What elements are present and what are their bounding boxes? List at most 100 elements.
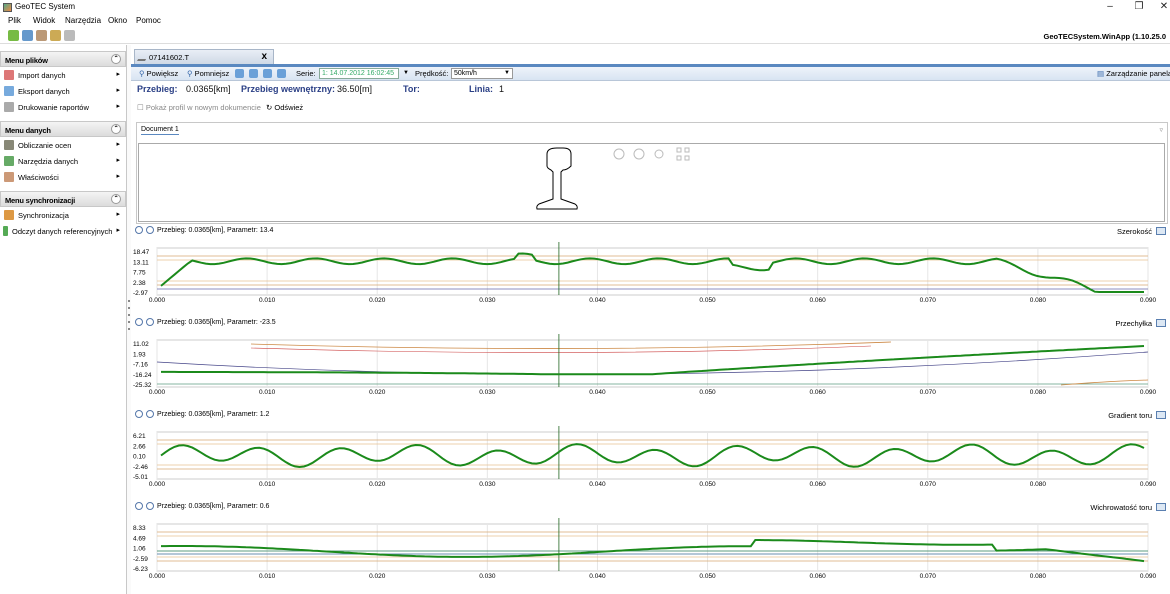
new-icon[interactable] (8, 30, 19, 41)
x-tick-label: 0.060 (810, 389, 827, 396)
x-tick-label: 0.000 (149, 297, 166, 304)
sidebar-item-wlasciwosci[interactable]: Właściwości ▸ (0, 169, 126, 185)
y-tick-label: -2.46 (133, 464, 148, 471)
sync-icon (4, 210, 14, 220)
pencil-icon (136, 54, 150, 61)
y-tick-label: 1.06 (133, 546, 146, 553)
chevron-down-icon[interactable]: ▼ (403, 70, 409, 76)
sidebar-item-eksport[interactable]: Eksport danych ▸ (0, 83, 126, 99)
x-tick-label: 0.090 (1140, 481, 1157, 488)
x-tick-label: 0.080 (1030, 389, 1047, 396)
tor-label: Tor: (403, 84, 420, 94)
sidebar-item-drukowanie[interactable]: Drukowanie raportów ▸ (0, 99, 126, 115)
y-tick-label: 13.11 (133, 259, 149, 266)
chart-plot[interactable]: 0.000 0.010 0.020 0.030 0.040 0.050 0.060 0.070… (131, 502, 1170, 594)
section-menu-synchronizacji[interactable]: Menu synchronizacji ⌃ (0, 191, 126, 207)
x-tick-label: 0.090 (1140, 573, 1157, 580)
dropdown-icon[interactable]: ▿ (1159, 126, 1163, 134)
y-tick-label: -2.97 (133, 290, 148, 297)
chart-plot[interactable]: 0.000 0.010 0.020 0.030 0.040 0.050 0.060 0.070… (131, 410, 1170, 505)
sidebar-item-label: Właściwości (18, 173, 59, 182)
sidebar-item-label: Narzędzia danych (18, 157, 79, 166)
zoom-out-button[interactable]: ⚲ Pomniejsz (187, 69, 229, 78)
reference-icon (3, 226, 8, 236)
last-arrow-icon[interactable] (277, 69, 286, 78)
section-title: Menu synchronizacji (5, 196, 75, 205)
chevron-right-icon: ▸ (116, 71, 120, 78)
x-tick-label: 0.080 (1030, 481, 1047, 488)
chart-wichrowatosc: Przebieg: 0.0365[km], Parametr: 0.6 Wich… (131, 502, 1170, 594)
plot-area (156, 339, 1149, 388)
menu-plik[interactable]: Plik (8, 16, 21, 25)
y-tick-label: -6.23 (133, 566, 148, 573)
maximize-button[interactable]: ❐ (1131, 1, 1147, 12)
panel-management-button[interactable]: ▤ Zarządzanie panela (1097, 69, 1170, 78)
section-menu-plikow[interactable]: Menu plików ⌃ (0, 51, 126, 67)
chevron-right-icon: ▸ (116, 157, 120, 164)
menu-pomoc[interactable]: Pomoc (136, 16, 161, 25)
next-arrow-icon[interactable] (263, 69, 272, 78)
main-panel: 07141602.T x ⚲ Powiększ ⚲ Pomniejsz Seri… (131, 45, 1170, 594)
options-bar: ☐ Pokaż profil w nowym dokumencie ↻ Odśw… (131, 99, 1170, 116)
zoom-tools[interactable] (613, 147, 690, 161)
first-arrow-icon[interactable] (235, 69, 244, 78)
sidebar-item-label: Drukowanie raportów (18, 103, 89, 112)
close-tab-icon[interactable]: x (261, 51, 267, 62)
serie-select[interactable]: 1: 14.07.2012 16:02:45 (319, 68, 399, 79)
zoom-out-icon: ⚲ (187, 69, 193, 78)
menu-narzedzia[interactable]: Narzędzia (65, 16, 101, 25)
przebieg-wewnetrzny-value: 36.50[m] (337, 84, 373, 94)
x-tick-label: 0.010 (259, 481, 276, 488)
chevron-right-icon: ▸ (116, 173, 120, 180)
plot-area (156, 431, 1149, 480)
app-icon (3, 3, 12, 12)
menu-widok[interactable]: Widok (33, 16, 55, 25)
collapse-icon[interactable]: ⌃ (111, 54, 121, 64)
x-tick-label: 0.020 (369, 481, 386, 488)
prev-arrow-icon[interactable] (249, 69, 258, 78)
refresh-icon: ↻ (266, 103, 273, 112)
rail-profile-view (138, 143, 1165, 222)
control-bar: ⚲ Powiększ ⚲ Pomniejsz Serie: 1: 14.07.2… (131, 67, 1170, 81)
document-tab-label[interactable]: Document 1 (141, 126, 179, 135)
minimize-button[interactable]: – (1102, 1, 1118, 12)
tools-icon[interactable] (36, 30, 47, 41)
rail-profile-outline (536, 147, 578, 210)
open-icon[interactable] (22, 30, 33, 41)
sidebar-item-obliczanie[interactable]: Obliczanie ocen ▸ (0, 137, 126, 153)
sidebar-item-odczyt[interactable]: Odczyt danych referencyjnych ▸ (0, 223, 126, 239)
speed-value: 50km/h (454, 70, 477, 77)
y-tick-label: 4.69 (133, 535, 146, 542)
sidebar-item-narzedzia[interactable]: Narzędzia danych ▸ (0, 153, 126, 169)
x-tick-label: 0.060 (810, 297, 827, 304)
panel-management-label: Zarządzanie panela (1106, 69, 1170, 78)
chart-plot[interactable]: 0.000 0.010 0.020 0.030 0.040 0.050 0.060 0.070… (131, 226, 1170, 321)
title-bar: GeoTEC System – ❐ ✕ (0, 0, 1170, 15)
section-menu-danych[interactable]: Menu danych ⌃ (0, 121, 126, 137)
serie-label: Serie: (296, 69, 316, 78)
document-tab[interactable]: 07141602.T x (134, 49, 274, 64)
sidebar-item-import[interactable]: Import danych ▸ (0, 67, 126, 83)
zoom-out-label: Pomniejsz (194, 69, 230, 78)
x-tick-label: 0.020 (369, 573, 386, 580)
x-tick-label: 0.010 (259, 297, 276, 304)
collapse-icon[interactable]: ⌃ (111, 194, 121, 204)
collapse-icon[interactable]: ⌃ (111, 124, 121, 134)
zoom-in-button[interactable]: ⚲ Powiększ (139, 69, 178, 78)
sidebar-item-synchronizacja[interactable]: Synchronizacja ▸ (0, 207, 126, 223)
menu-okno[interactable]: Okno (108, 16, 127, 25)
x-tick-label: 0.070 (920, 481, 937, 488)
chart-plot[interactable]: 0.000 0.010 0.020 0.030 0.040 0.050 0.060 0.070… (131, 318, 1170, 413)
speed-select[interactable]: 50km/h ▼ (451, 68, 513, 79)
show-profile-checkbox[interactable]: ☐ Pokaż profil w nowym dokumencie (137, 103, 261, 112)
refresh-button[interactable]: ↻ Odśwież (266, 103, 303, 112)
users-icon[interactable] (50, 30, 61, 41)
y-tick-label: 7.75 (133, 270, 146, 277)
chevron-right-icon: ▸ (116, 211, 120, 218)
user-icon[interactable] (64, 30, 75, 41)
x-tick-label: 0.040 (589, 389, 606, 396)
tab-label: 07141602.T (149, 53, 190, 62)
x-tick-label: 0.080 (1030, 573, 1047, 580)
x-tick-label: 0.060 (810, 481, 827, 488)
close-button[interactable]: ✕ (1156, 1, 1170, 12)
